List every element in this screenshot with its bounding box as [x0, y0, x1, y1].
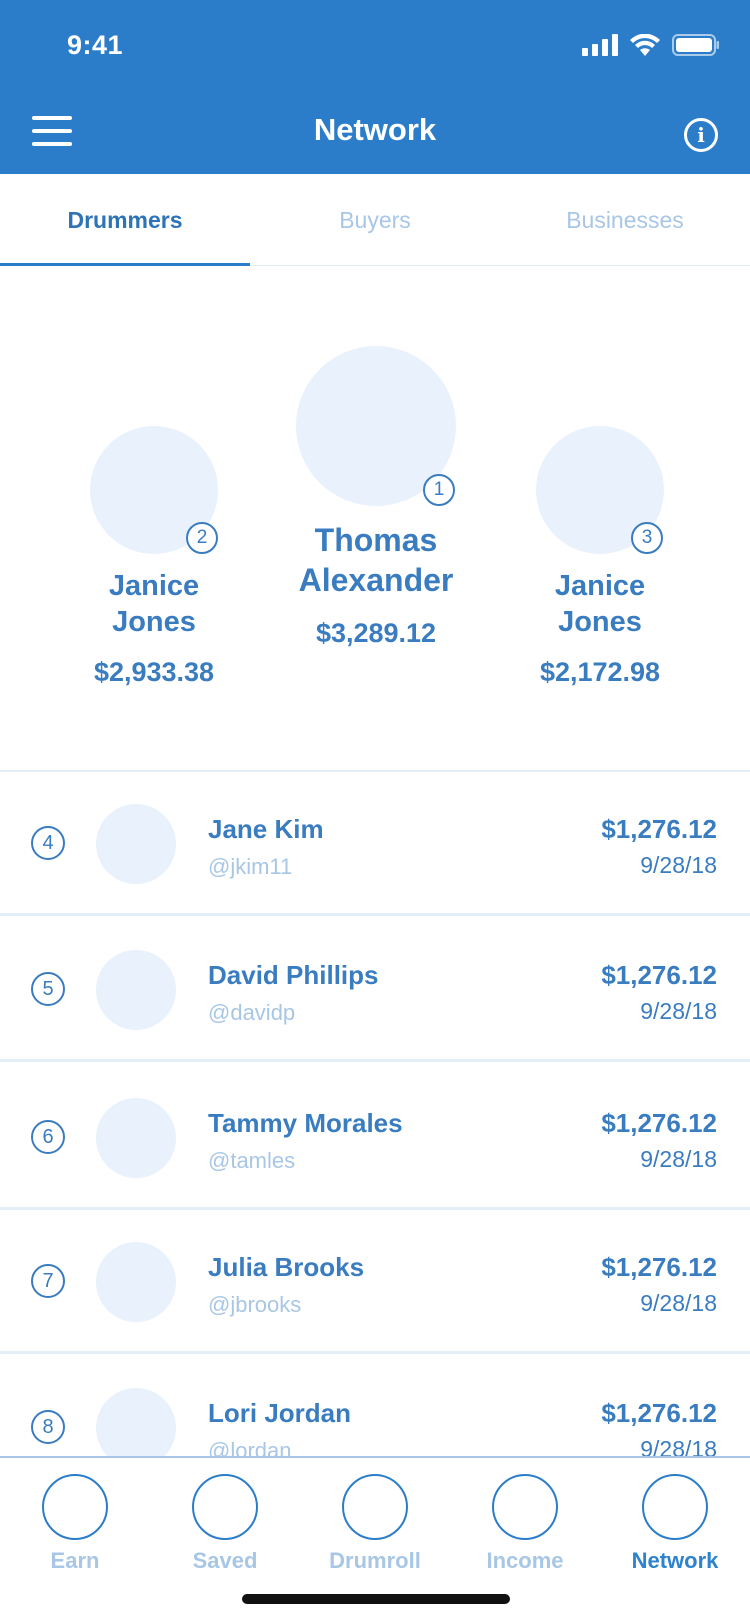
user-handle: @tamles [208, 1148, 296, 1173]
user-handle: @davidp [208, 1000, 296, 1025]
podium-amount: $2,172.98 [539, 657, 661, 687]
list-item[interactable]: 7 Julia Brooks @jbrooks $1,276.12 9/28/1… [0, 1210, 750, 1354]
podium-amount: $2,933.38 [93, 657, 215, 687]
list-item[interactable]: 6 Tammy Morales @tamles $1,276.12 9/28/1… [0, 1066, 750, 1210]
info-icon[interactable]: i [684, 118, 718, 152]
active-tab-indicator [0, 263, 250, 266]
amount: $1,276.12 [601, 1252, 717, 1282]
battery-icon [672, 34, 719, 56]
amount: $1,276.12 [601, 814, 717, 844]
rank-number: 4 [31, 826, 65, 860]
rank-number: 8 [31, 1410, 65, 1444]
saved-icon [192, 1474, 258, 1540]
podium-first-name: Thomas [314, 522, 438, 558]
rank-number: 7 [31, 1264, 65, 1298]
user-name: Jane Kim [208, 814, 324, 844]
podium-last-name: Jones [558, 606, 642, 638]
earn-icon [42, 1474, 108, 1540]
podium-first-name: Janice [554, 570, 646, 602]
podium-last-name: Alexander [298, 562, 454, 598]
home-indicator [242, 1594, 510, 1604]
user-handle: @jkim11 [208, 854, 293, 879]
tab-drummers[interactable]: Drummers [0, 174, 250, 266]
tabbar-item-earn[interactable]: Earn [0, 1458, 150, 1624]
tabbar-label: Drumroll [329, 1548, 421, 1573]
amount: $1,276.12 [601, 960, 717, 990]
rank-number: 5 [31, 972, 65, 1006]
user-name: Tammy Morales [208, 1108, 403, 1138]
podium-first-name: Janice [108, 570, 200, 602]
tab-businesses[interactable]: Businesses [500, 174, 750, 266]
avatar [96, 1098, 176, 1178]
tabbar-label: Earn [50, 1548, 100, 1573]
user-name: Lori Jordan [208, 1398, 352, 1428]
rank-number: 6 [31, 1120, 65, 1154]
avatar [96, 1242, 176, 1322]
list-item[interactable]: 5 David Phillips @davidp $1,276.12 9/28/… [0, 918, 750, 1062]
user-name: Julia Brooks [208, 1252, 365, 1282]
cellular-signal-icon [582, 34, 618, 56]
user-handle: @jbrooks [208, 1292, 302, 1317]
date: 9/28/18 [640, 1146, 717, 1172]
user-name: David Phillips [208, 960, 379, 990]
status-icons [582, 34, 720, 56]
app-header: 9:41 Network i [0, 0, 750, 174]
podium-last-name: Jones [112, 606, 196, 638]
rank-badge: 2 [186, 522, 218, 554]
wifi-icon [630, 34, 660, 56]
tabbar-item-network[interactable]: Network [600, 1458, 750, 1624]
tabbar-label: Saved [192, 1548, 258, 1573]
tabbar-label: Network [631, 1548, 719, 1573]
segment-tabs: Drummers Buyers Businesses [0, 174, 750, 266]
date: 9/28/18 [640, 852, 717, 878]
network-icon [642, 1474, 708, 1540]
podium-amount: $3,289.12 [315, 618, 437, 648]
drumroll-icon [342, 1474, 408, 1540]
list-item[interactable]: 4 Jane Kim @jkim11 $1,276.12 9/28/18 [0, 772, 750, 916]
date: 9/28/18 [640, 1290, 717, 1316]
avatar [96, 950, 176, 1030]
tab-buyers[interactable]: Buyers [250, 174, 500, 266]
amount: $1,276.12 [601, 1398, 717, 1428]
income-icon [492, 1474, 558, 1540]
avatar [96, 804, 176, 884]
amount: $1,276.12 [601, 1108, 717, 1138]
rank-badge: 1 [423, 474, 455, 506]
rank-badge: 3 [631, 522, 663, 554]
status-time: 9:41 [67, 30, 124, 60]
tabbar-label: Income [486, 1548, 564, 1573]
date: 9/28/18 [640, 998, 717, 1024]
page-title: Network [313, 112, 437, 147]
ranking-list: 4 Jane Kim @jkim11 $1,276.12 9/28/18 5 D… [0, 770, 750, 1500]
